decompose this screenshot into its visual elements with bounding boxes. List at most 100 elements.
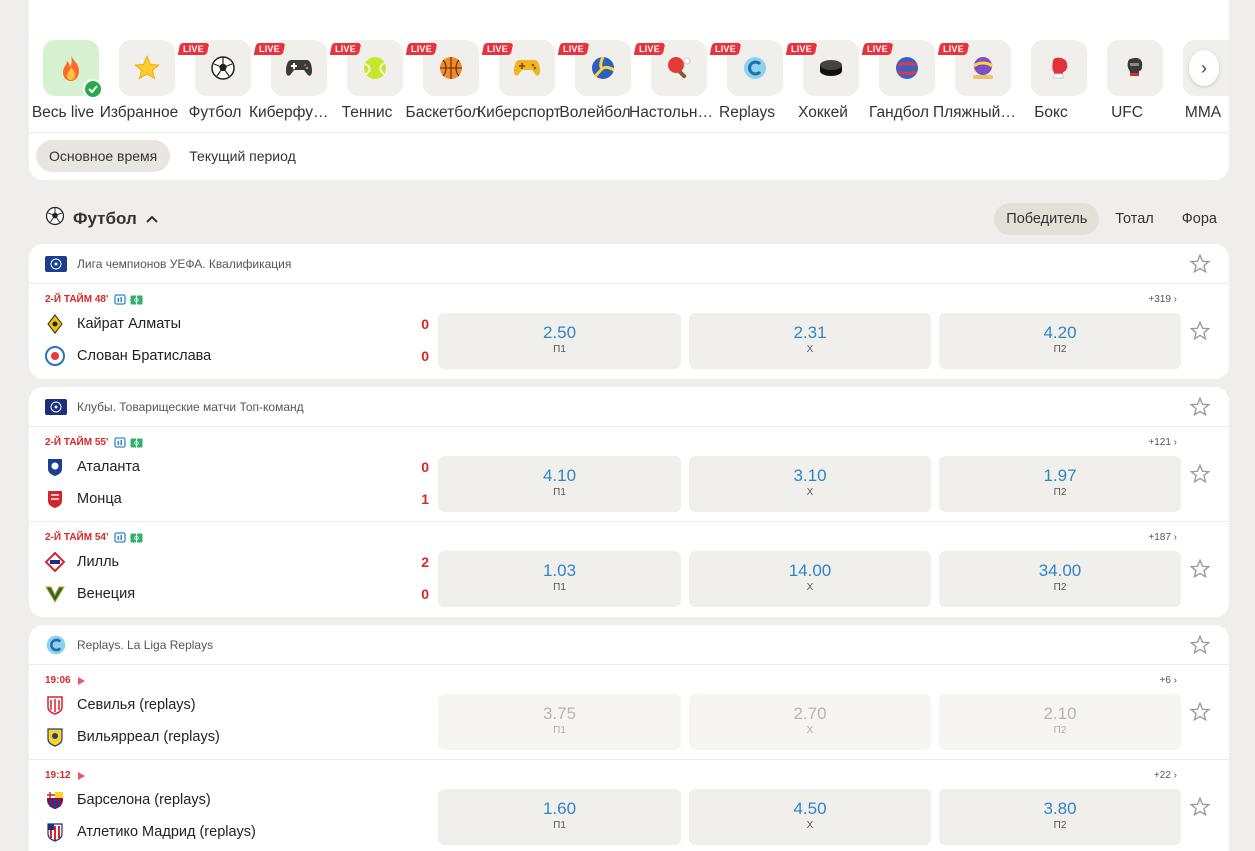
odd-button[interactable]: 2.70 Х: [689, 694, 931, 750]
sport-volleyball[interactable]: LIVE Волейбол: [557, 40, 633, 132]
away-score: 0: [421, 348, 429, 364]
live-badge: LIVE: [557, 43, 590, 55]
odd-button[interactable]: 3.10 Х: [689, 456, 931, 512]
odd-button[interactable]: 2.10 П2: [939, 694, 1181, 750]
sport-ufc[interactable]: UFC: [1089, 40, 1165, 132]
odd-value: 4.50: [793, 799, 827, 818]
match-row[interactable]: 19:12 +22 › Барселона (replays) Атлетико…: [29, 760, 1229, 851]
odd-value: 2.31: [793, 323, 827, 342]
live-badge: LIVE: [405, 43, 438, 55]
odd-value: 34.00: [1038, 561, 1082, 580]
live-badge: LIVE: [481, 43, 514, 55]
tab-handicap[interactable]: Фора: [1170, 203, 1229, 235]
favorite-star-icon[interactable]: [1189, 701, 1211, 723]
sport-table-tennis[interactable]: LIVE Настольный теннис: [629, 40, 713, 132]
away-team: Венеция: [45, 582, 135, 606]
odd-value: 3.80: [1043, 799, 1077, 818]
tab-total[interactable]: Тотал: [1103, 203, 1165, 235]
odd-button[interactable]: 2.50 П1: [438, 313, 681, 369]
tab-winner[interactable]: Победитель: [994, 203, 1100, 235]
favorite-star-icon[interactable]: [1189, 634, 1211, 656]
favorite-star-icon[interactable]: [1189, 396, 1211, 418]
match-row[interactable]: 19:06 +6 › Севилья (replays) Вильярреал …: [29, 665, 1229, 760]
more-markets-link[interactable]: +22 ›: [1154, 770, 1177, 781]
carousel-next-button[interactable]: ›: [1189, 50, 1219, 86]
stats-icon[interactable]: [114, 294, 127, 305]
team-name: Венеция: [77, 586, 136, 602]
tab-main-time[interactable]: Основное время: [36, 140, 171, 172]
tab-current-period[interactable]: Текущий период: [176, 140, 309, 172]
star-icon: [119, 40, 175, 96]
odd-value: 2.10: [1043, 704, 1077, 723]
match-status: 2-Й ТАЙМ 54': [45, 532, 143, 543]
odd-button[interactable]: 1.03 П1: [438, 551, 681, 607]
favorite-star-icon[interactable]: [1189, 463, 1211, 485]
sport-boxing[interactable]: Бокс: [1013, 40, 1089, 132]
odd-label: П2: [1053, 582, 1067, 593]
odd-label: П2: [1053, 344, 1067, 355]
odd-button[interactable]: 3.75 П1: [438, 694, 681, 750]
live-badge: LIVE: [329, 43, 362, 55]
more-markets-link[interactable]: +6 ›: [1159, 675, 1177, 686]
market-tabs: Победитель Тотал Фора: [994, 203, 1229, 235]
team-name: Севилья (replays): [77, 697, 196, 713]
sport-esports[interactable]: LIVE Киберспорт: [477, 40, 561, 132]
odd-button[interactable]: 34.00 П2: [939, 551, 1181, 607]
match-time-text: 19:06: [45, 675, 71, 686]
sport-football[interactable]: LIVE Футбол: [177, 40, 253, 132]
field-icon[interactable]: [130, 533, 143, 543]
sport-beach-volleyball[interactable]: LIVE Пляжный волейбол: [933, 40, 1017, 132]
odd-button[interactable]: 4.10 П1: [438, 456, 681, 512]
odd-button[interactable]: 1.60 П1: [438, 789, 681, 845]
away-team: Вильярреал (replays): [45, 725, 220, 749]
sport-label: Весь live: [31, 104, 95, 121]
field-icon[interactable]: [130, 438, 143, 448]
match-row[interactable]: 2-Й ТАЙМ 54' +187 › Лилль Венеция 2 0 1.…: [29, 522, 1229, 617]
live-badge: LIVE: [633, 43, 666, 55]
match-row[interactable]: 2-Й ТАЙМ 48' +319 › Кайрат Алматы Слован…: [29, 284, 1229, 379]
sport-hockey[interactable]: LIVE Хоккей: [785, 40, 861, 132]
away-team: Слован Братислава: [45, 344, 211, 368]
sport-tennis[interactable]: LIVE Теннис: [329, 40, 405, 132]
chevron-up-icon[interactable]: [145, 209, 159, 229]
stats-icon[interactable]: [114, 532, 127, 543]
team-name: Слован Братислава: [77, 348, 212, 364]
live-badge: LIVE: [177, 43, 210, 55]
sport-replays[interactable]: LIVE Replays: [709, 40, 785, 132]
section-title-text: Футбол: [73, 208, 137, 228]
play-icon[interactable]: [77, 676, 86, 686]
sport-basketball[interactable]: LIVE Баскетбол: [405, 40, 481, 132]
match-time-text: 2-Й ТАЙМ 54': [45, 532, 109, 543]
favorite-star-icon[interactable]: [1189, 796, 1211, 818]
away-team: Монца: [45, 487, 122, 511]
sport-favorites[interactable]: Избранное: [100, 40, 178, 132]
league-name: Клубы. Товарищеские матчи Топ-команд: [77, 400, 304, 414]
sport-label: UFC: [1111, 104, 1143, 121]
sport-label: Хоккей: [798, 104, 848, 121]
odd-button[interactable]: 4.20 П2: [939, 313, 1181, 369]
sport-cyberfootball[interactable]: LIVE Киберфутбол: [249, 40, 333, 132]
match-status: 19:06: [45, 675, 86, 686]
favorite-star-icon[interactable]: [1189, 253, 1211, 275]
play-icon[interactable]: [77, 771, 86, 781]
more-markets-link[interactable]: +187 ›: [1148, 532, 1177, 543]
favorite-star-icon[interactable]: [1189, 558, 1211, 580]
odd-button[interactable]: 2.31 Х: [689, 313, 931, 369]
odd-button[interactable]: 1.97 П2: [939, 456, 1181, 512]
more-markets-link[interactable]: +121 ›: [1148, 437, 1177, 448]
odd-button[interactable]: 3.80 П2: [939, 789, 1181, 845]
section-title[interactable]: Футбол: [45, 206, 159, 231]
odd-button[interactable]: 4.50 Х: [689, 789, 931, 845]
odd-button[interactable]: 14.00 Х: [689, 551, 931, 607]
stats-icon[interactable]: [114, 437, 127, 448]
match-row[interactable]: 2-Й ТАЙМ 55' +121 › Аталанта Монца 0 1 4…: [29, 427, 1229, 522]
favorite-star-icon[interactable]: [1189, 320, 1211, 342]
league-name: Лига чемпионов УЕФА. Квалификация: [77, 257, 292, 271]
sport-handball[interactable]: LIVE Гандбол: [861, 40, 937, 132]
field-icon[interactable]: [130, 295, 143, 305]
more-markets-link[interactable]: +319 ›: [1148, 294, 1177, 305]
kairat-logo-icon: [45, 314, 65, 334]
odd-label: П1: [553, 487, 566, 498]
home-score: 0: [421, 316, 429, 332]
sport-all-live[interactable]: Весь live: [29, 40, 103, 132]
